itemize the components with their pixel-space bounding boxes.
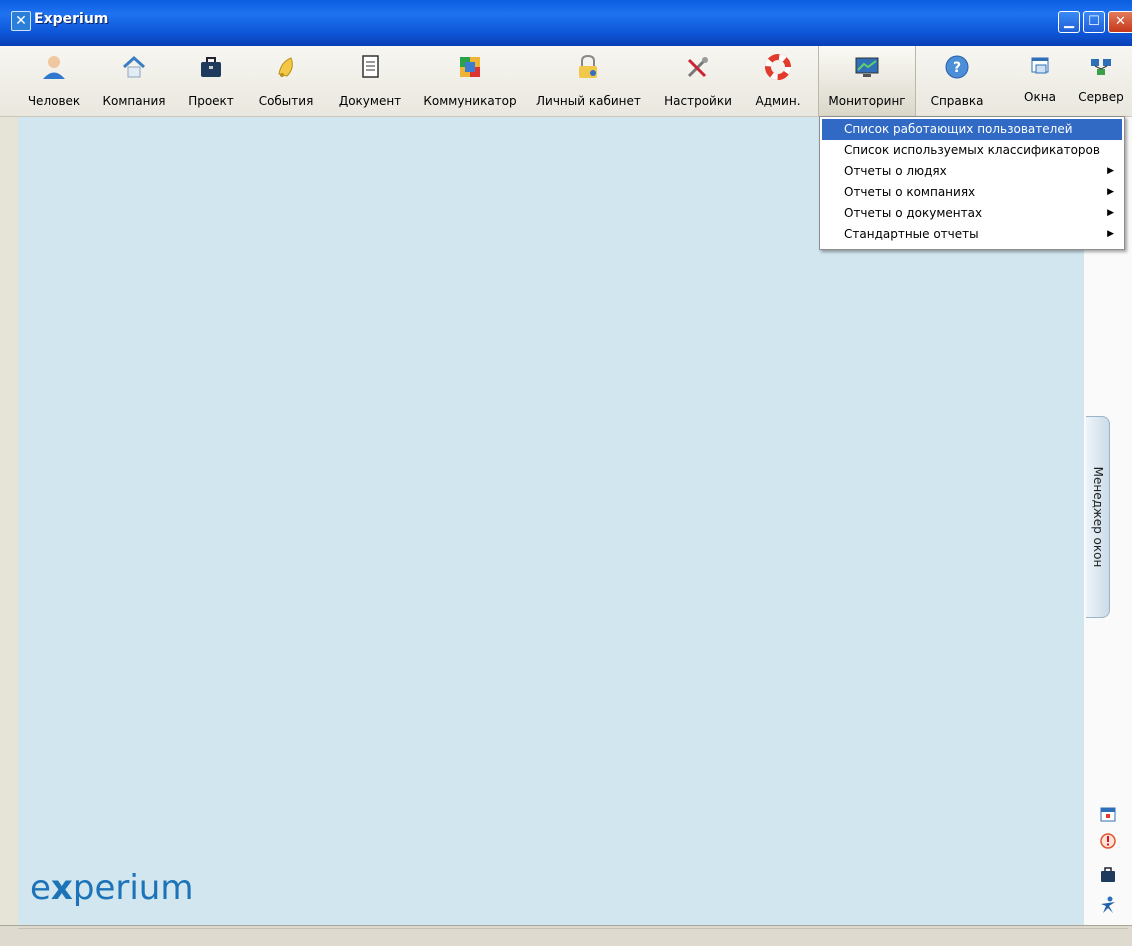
toolbar-admin-button[interactable]: Админ. [748,46,808,116]
left-border [0,117,18,925]
submenu-arrow-icon: ▶ [1107,187,1114,197]
alert-icon[interactable] [1098,832,1118,852]
submenu-arrow-icon: ▶ [1107,166,1114,176]
maximize-button[interactable]: ☐ [1083,11,1105,33]
windows-icon [1027,54,1053,80]
briefcase-icon [198,54,224,80]
calendar-icon[interactable] [1098,805,1118,825]
toolbar-label: Коммуникатор [423,94,517,108]
briefcase-icon[interactable] [1098,866,1118,886]
menu-item-standard-reports[interactable]: Стандартные отчеты ▶ [822,224,1122,245]
menu-item-active-users[interactable]: Список работающих пользователей [822,119,1122,140]
menu-item-label: Отчеты о документах [844,206,983,220]
toolbar-label: Документ [338,94,402,108]
toolbar-label: Человек [27,94,81,108]
close-button[interactable]: ✕ [1108,11,1132,33]
person-icon [41,54,67,80]
title-bar[interactable]: ✕ Experium ▁ ☐ ✕ [0,0,1132,46]
menu-item-label: Список работающих пользователей [844,122,1073,136]
toolbar-person-button[interactable]: Человек [20,46,88,116]
svg-text:?: ? [953,60,961,76]
menu-item-label: Список используемых классификаторов [844,143,1100,157]
toolbar-monitoring-button[interactable]: Мониторинг [818,46,916,116]
toolbar-windows-button[interactable]: Окна [1014,46,1066,116]
window-title: Experium [34,11,109,27]
submenu-arrow-icon: ▶ [1107,229,1114,239]
help-icon: ? [944,54,970,80]
toolbar-label: Админ. [755,94,801,108]
toolbar-label: Сервер [1078,90,1124,104]
menu-item-document-reports[interactable]: Отчеты о документах ▶ [822,203,1122,224]
toolbar-help-button[interactable]: ? Справка [922,46,992,116]
window-manager-tab[interactable]: Менеджер окон [1086,416,1110,618]
minimize-button[interactable]: ▁ [1058,11,1080,33]
menu-item-used-classifiers[interactable]: Список используемых классификаторов [822,140,1122,161]
lock-key-icon [575,54,601,80]
toolbar-label: Проект [188,94,234,108]
toolbar-document-button[interactable]: Документ [334,46,406,116]
toolbar-label: Справка [930,94,984,108]
app-window: ✕ Experium ▁ ☐ ✕ Человек Компания Проект [0,0,1132,946]
submenu-arrow-icon: ▶ [1107,208,1114,218]
experium-app-icon: ✕ [11,11,31,31]
toolbar-label: События [258,94,314,108]
window-manager-label: Менеджер окон [1090,466,1105,568]
house-icon [121,54,147,80]
toolbar-label: Компания [102,94,166,108]
status-bar-panel [18,928,1128,946]
menu-item-label: Стандартные отчеты [844,227,979,241]
experium-logo: experium [30,868,194,908]
menu-item-label: Отчеты о людях [844,164,947,178]
menu-item-label: Отчеты о компаниях [844,185,976,199]
main-toolbar: Человек Компания Проект События Документ [0,46,1132,117]
toolbar-label: Личный кабинет [536,94,641,108]
toolbar-personal-cabinet-button[interactable]: Личный кабинет [536,46,641,116]
toolbar-events-button[interactable]: События [252,46,320,116]
tools-icon [685,54,711,80]
toolbar-server-button[interactable]: Сервер [1070,46,1132,116]
toolbar-label: Настройки [664,94,732,108]
monitor-icon [854,54,880,80]
status-bar [0,925,1132,946]
lifebuoy-icon [765,54,791,80]
toolbar-label: Мониторинг [828,94,906,108]
experium-person-icon[interactable] [1098,896,1118,916]
toolbar-label: Окна [1024,90,1056,104]
document-icon [357,54,383,80]
bell-icon [273,54,299,80]
toolbar-company-button[interactable]: Компания [98,46,170,116]
toolbar-project-button[interactable]: Проект [182,46,240,116]
menu-item-people-reports[interactable]: Отчеты о людях ▶ [822,161,1122,182]
menu-item-company-reports[interactable]: Отчеты о компаниях ▶ [822,182,1122,203]
toolbar-settings-button[interactable]: Настройки [662,46,734,116]
toolbar-communicator-button[interactable]: Коммуникатор [420,46,520,116]
server-icon [1088,54,1114,80]
communicator-icon [457,54,483,80]
monitoring-dropdown-menu: Список работающих пользователей Список и… [819,116,1125,250]
